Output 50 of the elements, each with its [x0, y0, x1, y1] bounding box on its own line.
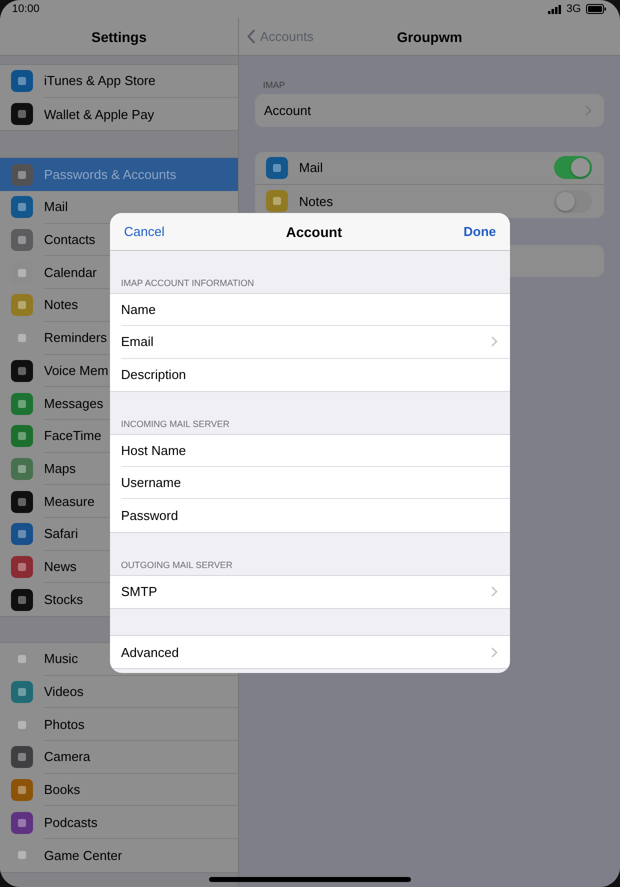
- settings-item[interactable]: Stocks: [44, 592, 84, 608]
- settings-item[interactable]: Voice Mem: [44, 362, 108, 378]
- battery-icon: [586, 4, 606, 14]
- settings-item[interactable]: Photos: [44, 716, 84, 732]
- settings-item[interactable]: News: [44, 558, 77, 574]
- chevron-icon: [491, 646, 498, 658]
- detail-title: Groupwm: [396, 28, 462, 44]
- section-header: OUTGOING MAIL SERVER: [120, 560, 234, 572]
- sidebar-title: Settings: [91, 28, 147, 44]
- settings-item[interactable]: Books: [44, 782, 80, 798]
- account-row[interactable]: Account: [255, 94, 604, 126]
- settings-item[interactable]: Game Center: [44, 848, 122, 863]
- section-header: INCOMING MAIL SERVER: [120, 418, 231, 431]
- form-row[interactable]: Email: [121, 326, 510, 359]
- settings-item[interactable]: Podcasts: [44, 814, 98, 830]
- signal-icon: [548, 4, 562, 14]
- settings-item[interactable]: Maps: [44, 460, 76, 476]
- settings-item[interactable]: Calendar: [44, 264, 97, 280]
- form-row[interactable]: Password: [121, 499, 510, 532]
- form-row[interactable]: Username: [121, 467, 510, 500]
- settings-item[interactable]: Camera: [44, 749, 90, 764]
- chevron-icon: [491, 336, 498, 348]
- settings-item[interactable]: Measure: [44, 494, 95, 509]
- settings-item[interactable]: Wallet & Apple Pay: [44, 106, 154, 122]
- done-button[interactable]: Done: [464, 224, 496, 239]
- toggle-switch[interactable]: [554, 190, 592, 213]
- chevron-icon: [491, 586, 498, 598]
- section-header: IMAP: [262, 80, 286, 92]
- settings-item[interactable]: FaceTime: [44, 428, 102, 444]
- settings-item[interactable]: Messages: [44, 396, 104, 411]
- settings-item[interactable]: Notes: [44, 297, 78, 312]
- form-row[interactable]: Name: [121, 294, 510, 326]
- toggle-switch[interactable]: [554, 156, 592, 180]
- form-row[interactable]: Host Name: [121, 434, 510, 468]
- back-chevron-icon: [247, 29, 256, 44]
- settings-item[interactable]: Reminders: [44, 330, 107, 346]
- status-time: 10:00: [12, 3, 40, 15]
- settings-item[interactable]: Videos: [44, 684, 84, 700]
- settings-item[interactable]: Contacts: [44, 232, 96, 248]
- settings-item[interactable]: iTunes & App Store: [44, 73, 156, 88]
- settings-item[interactable]: Safari: [44, 526, 78, 542]
- section-header: IMAP ACCOUNT INFORMATION: [120, 278, 256, 290]
- form-row[interactable]: Description: [121, 358, 510, 391]
- app-label: Notes: [299, 194, 334, 209]
- sheet-title: Account: [286, 224, 342, 240]
- settings-item[interactable]: Music: [44, 651, 78, 666]
- app-label: Mail: [299, 160, 324, 176]
- cancel-button[interactable]: Cancel: [124, 224, 164, 239]
- settings-item[interactable]: Mail: [44, 199, 68, 214]
- network-label: 3G: [566, 3, 581, 15]
